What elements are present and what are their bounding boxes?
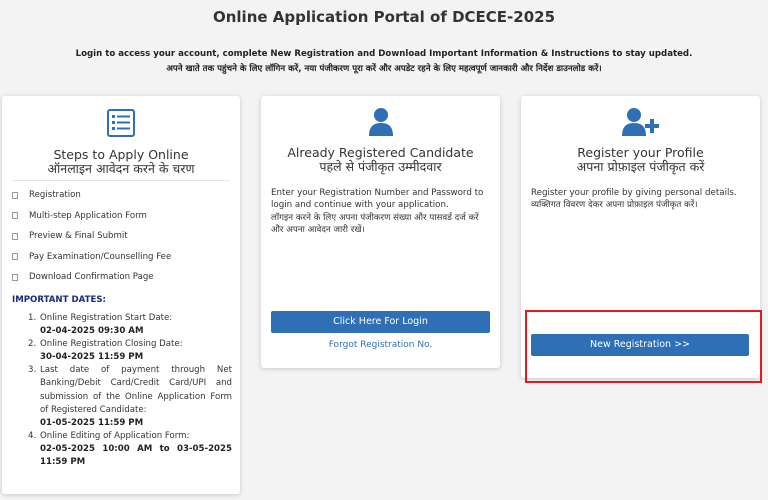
date-item: 2. Online Registration Closing Date: 30-… — [28, 338, 232, 364]
register-desc-hindi: व्यक्तिगत विवरण देकर अपना प्रोफ़ाइल पंजी… — [531, 200, 698, 211]
login-heading: Already Registered Candidate पहले से पंज… — [261, 146, 500, 174]
steps-divider — [12, 180, 230, 181]
step-label: Registration — [29, 190, 81, 201]
login-heading-hindi: पहले से पंजीकृत उम्मीदवार — [319, 159, 442, 174]
date-item: 3. Last date of payment through Net Bank… — [28, 364, 232, 429]
steps-heading-hindi: ऑनलाइन आवेदन करने के चरण — [47, 161, 195, 176]
login-card: Already Registered Candidate पहले से पंज… — [261, 96, 500, 368]
date-label: Online Registration Start Date: — [40, 313, 173, 323]
register-heading-english: Register your Profile — [577, 145, 704, 160]
checkbox-icon — [12, 191, 18, 199]
date-value: 02-04-2025 09:30 AM — [40, 326, 144, 337]
checkbox-icon — [12, 273, 18, 281]
checklist-icon — [2, 108, 240, 142]
date-number: 3. — [28, 365, 37, 376]
step-label: Download Confirmation Page — [29, 272, 154, 283]
important-dates-title: IMPORTANT DATES: — [12, 295, 106, 305]
user-plus-icon — [521, 107, 760, 141]
date-number: 2. — [28, 339, 37, 350]
date-item: 4. Online Editing of Application Form: 0… — [28, 430, 232, 469]
page-title: Online Application Portal of DCECE-2025 — [212, 8, 556, 26]
date-label: Online Editing of Application Form: — [40, 430, 190, 441]
user-icon — [261, 107, 500, 141]
date-item: 1. Online Registration Start Date: 02-04… — [28, 312, 232, 338]
steps-heading-english: Steps to Apply Online — [53, 147, 189, 162]
step-item: Preview & Final Submit — [12, 226, 171, 247]
date-number: 1. — [28, 313, 37, 323]
checkbox-icon — [12, 212, 18, 220]
step-item: Registration — [12, 185, 171, 206]
step-label: Pay Examination/Counselling Fee — [29, 251, 172, 262]
page-subtitle: Login to access your account, complete N… — [0, 47, 768, 77]
important-dates-list: 1. Online Registration Start Date: 02-04… — [28, 312, 232, 469]
steps-heading: Steps to Apply Online ऑनलाइन आवेदन करने … — [2, 148, 240, 176]
highlight-box — [525, 310, 762, 383]
steps-list: Registration Multi-step Application Form… — [12, 185, 171, 288]
checkbox-icon — [12, 232, 18, 240]
login-heading-english: Already Registered Candidate — [287, 145, 474, 160]
forgot-registration-link[interactable]: Forgot Registration No. — [261, 340, 500, 350]
subtitle-english: Login to access your account, complete N… — [75, 49, 693, 59]
step-label: Preview & Final Submit — [29, 231, 128, 242]
date-value: 02-05-2025 10:00 AM to 03-05-2025 11:59 … — [40, 443, 232, 468]
register-heading-hindi: अपना प्रोफ़ाइल पंजीकृत करें — [576, 159, 705, 174]
register-description: Register your profile by giving personal… — [531, 187, 750, 212]
step-item: Multi-step Application Form — [12, 206, 171, 227]
checkbox-icon — [12, 253, 18, 261]
step-item: Pay Examination/Counselling Fee — [12, 247, 171, 268]
date-number: 4. — [28, 430, 37, 441]
date-label: Last date of payment through Net Banking… — [40, 365, 232, 415]
subtitle-hindi: अपने खाते तक पहुंचने के लिए लॉगिन करें, … — [166, 64, 602, 74]
login-desc-english: Enter your Registration Number and Passw… — [271, 188, 484, 211]
login-description: Enter your Registration Number and Passw… — [271, 187, 490, 236]
date-value: 30-04-2025 11:59 PM — [40, 352, 144, 363]
date-label: Online Registration Closing Date: — [40, 339, 183, 350]
date-value: 01-05-2025 11:59 PM — [40, 417, 144, 428]
login-desc-hindi: लॉगइन करने के लिए अपना पंजीकरण संख्या और… — [271, 212, 479, 235]
login-button[interactable]: Click Here For Login — [271, 311, 490, 333]
register-desc-english: Register your profile by giving personal… — [531, 188, 737, 198]
step-label: Multi-step Application Form — [29, 210, 147, 221]
steps-card: Steps to Apply Online ऑनलाइन आवेदन करने … — [2, 96, 240, 494]
register-heading: Register your Profile अपना प्रोफ़ाइल पंज… — [521, 146, 760, 174]
step-item: Download Confirmation Page — [12, 267, 171, 288]
